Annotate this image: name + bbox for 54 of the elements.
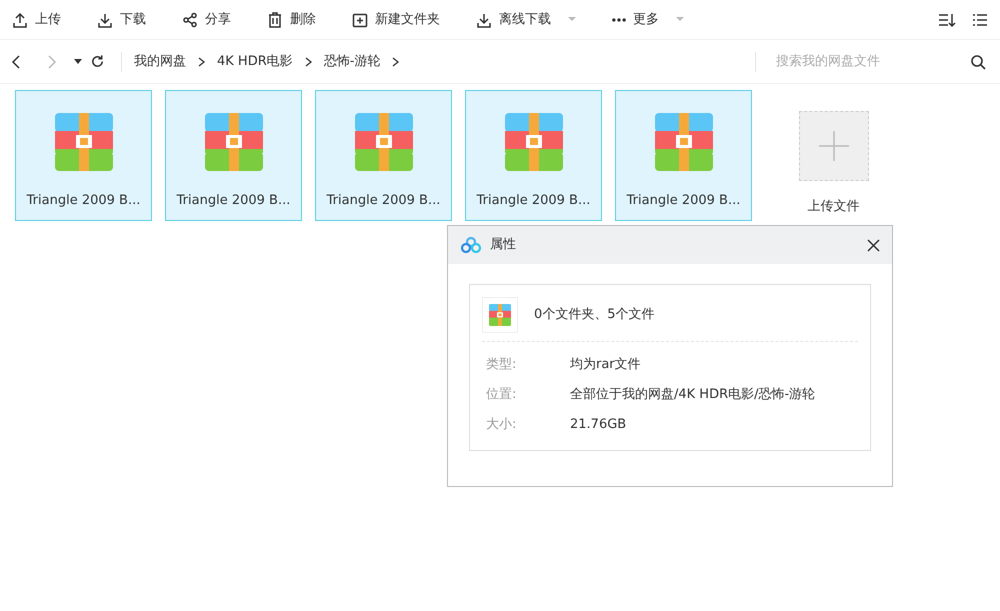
file-name: Triangle 2009 B... xyxy=(626,192,740,210)
toolbar-button[interactable]: 删除 xyxy=(267,10,316,30)
chevron-icon xyxy=(198,56,205,66)
download-icon xyxy=(97,12,113,28)
file-tile[interactable]: Triangle 2009 B... xyxy=(315,90,452,221)
toolbar-button[interactable]: 离线下载 xyxy=(476,10,576,30)
download-icon xyxy=(476,12,492,28)
close-icon[interactable] xyxy=(867,238,880,252)
chevron-icon xyxy=(304,56,312,66)
toolbar-button[interactable]: 更多 xyxy=(612,10,684,30)
archive-icon xyxy=(489,304,511,326)
archive-icon xyxy=(204,113,262,171)
plus-icon xyxy=(818,130,850,162)
toolbar-button[interactable]: 上传 xyxy=(12,10,61,30)
file-tile[interactable]: Triangle 2009 B... xyxy=(615,90,752,221)
breadcrumb-link[interactable]: 4K HDR电影 xyxy=(217,52,293,72)
cloud-logo-icon xyxy=(460,237,482,253)
toolbar-button[interactable]: 下载 xyxy=(97,10,146,30)
trash-icon xyxy=(267,12,283,28)
file-name: Triangle 2009 B... xyxy=(26,192,140,210)
property-value: 均为rar文件 xyxy=(570,356,641,374)
file-name: Triangle 2009 B... xyxy=(476,192,590,210)
file-tile[interactable]: Triangle 2009 B... xyxy=(15,90,152,221)
sort-icon[interactable] xyxy=(938,12,956,28)
upload-icon xyxy=(12,12,28,28)
dialog-title: 属性 xyxy=(490,236,516,254)
property-label: 类型: xyxy=(486,356,518,374)
toolbar-button[interactable]: 新建文件夹 xyxy=(352,10,440,30)
archive-icon xyxy=(504,113,562,171)
property-label: 位置: xyxy=(486,386,518,404)
property-value: 全部位于我的网盘/4K HDR电影/恐怖-游轮 xyxy=(570,386,816,404)
property-label: 大小: xyxy=(486,416,518,434)
archive-icon xyxy=(654,113,712,171)
chevron-icon xyxy=(392,56,400,66)
selection-summary: 0个文件夹、5个文件 xyxy=(534,306,655,324)
back-icon[interactable] xyxy=(10,54,22,68)
share-icon xyxy=(182,12,198,28)
history-caret-icon[interactable] xyxy=(74,58,82,64)
list-view-icon[interactable] xyxy=(972,12,988,28)
upload-label: 上传文件 xyxy=(808,198,860,216)
archive-icon xyxy=(54,113,112,171)
search-icon[interactable] xyxy=(970,54,986,70)
file-tile[interactable]: Triangle 2009 B... xyxy=(165,90,302,221)
breadcrumb-link[interactable]: 恐怖-游轮 xyxy=(324,52,380,72)
folder-plus-icon xyxy=(352,12,368,28)
file-tile[interactable]: Triangle 2009 B... xyxy=(465,90,602,221)
refresh-icon[interactable] xyxy=(90,54,105,69)
breadcrumb-link[interactable]: 我的网盘 xyxy=(134,52,186,72)
property-value: 21.76GB xyxy=(570,416,626,434)
more-icon xyxy=(612,18,626,22)
file-name: Triangle 2009 B... xyxy=(176,192,290,210)
file-name: Triangle 2009 B... xyxy=(326,192,440,210)
archive-icon xyxy=(354,113,412,171)
toolbar-button[interactable]: 分享 xyxy=(182,10,231,30)
